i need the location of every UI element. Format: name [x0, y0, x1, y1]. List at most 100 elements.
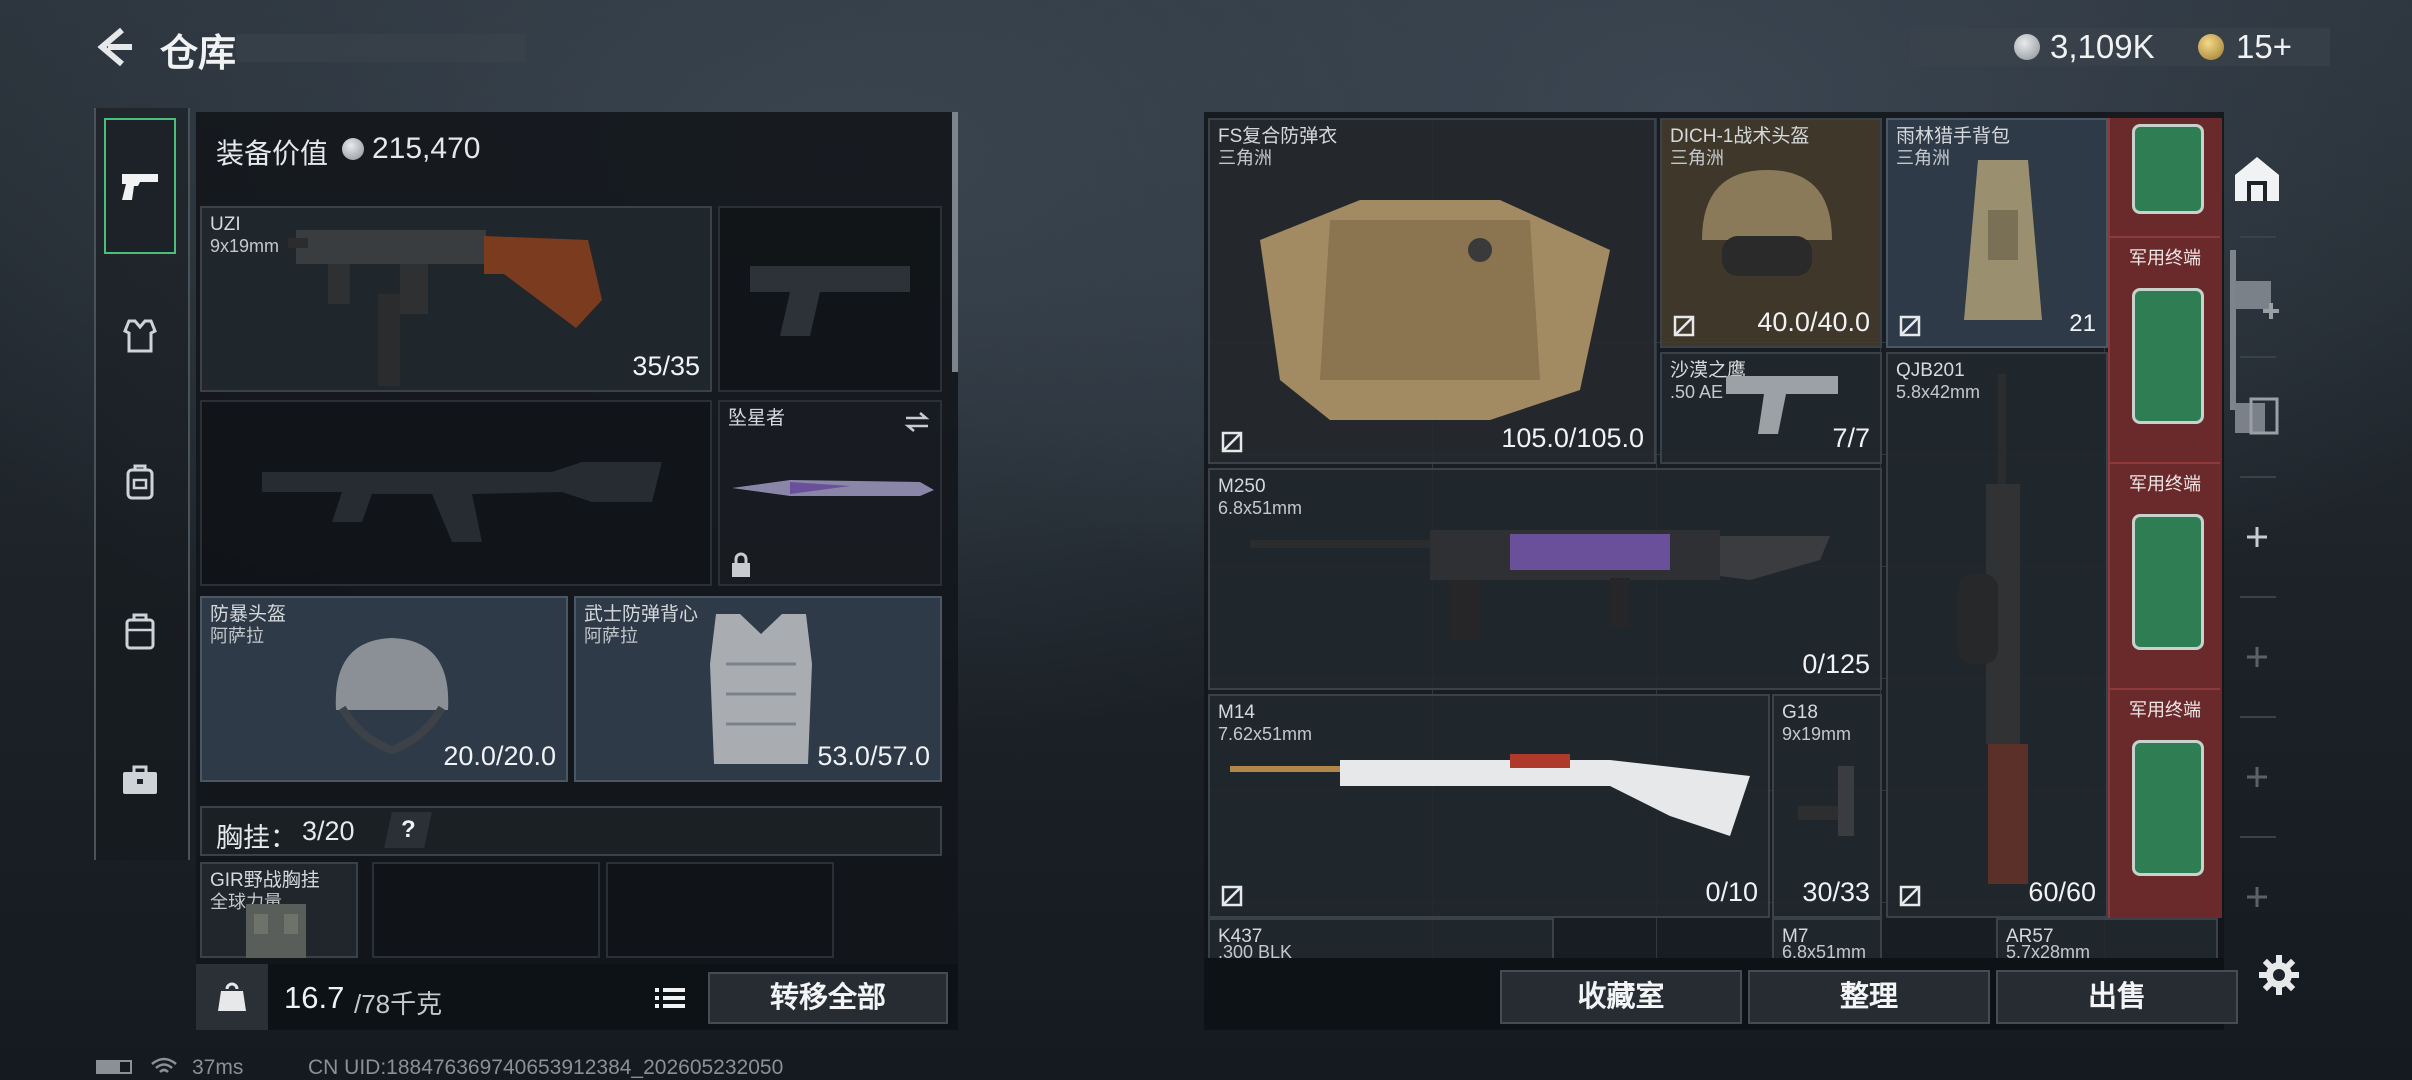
settings-button[interactable] [2254, 950, 2304, 1000]
desert-eagle-image [1726, 376, 1838, 434]
storage-expand-icon [2235, 397, 2279, 435]
tab-weapons[interactable] [104, 118, 176, 254]
riot-helmet-image [335, 638, 449, 755]
m14-image [1230, 754, 1750, 836]
item-name: M14 [1218, 702, 1255, 723]
tab-case[interactable] [104, 596, 176, 668]
transfer-all-button[interactable]: 转移全部 [708, 972, 948, 1024]
no-trade-icon [1221, 431, 1243, 453]
terminal-item[interactable]: 军用终端 [2110, 688, 2220, 912]
equipment-value-label: 装备价值 [216, 138, 329, 169]
tab-backpack[interactable] [104, 446, 176, 518]
secondary-primary-slot[interactable] [200, 400, 712, 586]
rail-add-slot[interactable] [2222, 502, 2292, 572]
chest-rig-image [246, 904, 306, 958]
tab-vest[interactable] [104, 300, 176, 372]
item-sub: 三角洲 [1896, 148, 1950, 168]
rail-add-slot[interactable] [2222, 622, 2292, 692]
weight-icon [218, 982, 246, 1011]
stash-item[interactable]: DICH-1战术头盔 三角洲 40.0/40.0 [1660, 118, 1882, 348]
terminal-image [2132, 740, 2204, 876]
chest-rig-count: 3/20 [302, 816, 355, 846]
swap-icon[interactable] [902, 410, 932, 434]
add-storage-icon [2235, 281, 2279, 319]
help-button[interactable]: ? [384, 812, 432, 848]
sell-button[interactable]: 出售 [1996, 970, 2238, 1024]
rail-add-storage[interactable] [2222, 262, 2292, 332]
terminal-item[interactable] [2110, 118, 2220, 230]
stash-item[interactable]: M14 7.62x51mm 0/10 [1208, 694, 1770, 918]
stash-item[interactable]: M7 6.8x51mm [1772, 918, 1882, 962]
stash-item[interactable]: G18 9x19mm 30/33 [1772, 694, 1882, 918]
primary-weapon-slot[interactable]: UZI 9x19mm 35/35 [200, 206, 712, 392]
wifi-icon [151, 1057, 177, 1073]
stash-item[interactable]: FS复合防弹衣 三角洲 105.0/105.0 [1208, 118, 1656, 464]
secondary-weapon-slot[interactable] [718, 206, 942, 392]
stash-item[interactable]: AR57 5.7x28mm [1996, 918, 2218, 962]
item-name: 雨林猎手背包 [1896, 126, 2011, 147]
uzi-image [288, 230, 602, 386]
rail-divider [2240, 596, 2276, 598]
currency-amount: 3,109K [2050, 28, 2155, 65]
stash-item[interactable]: M250 6.8x51mm 0/125 [1208, 468, 1882, 690]
premium-amount[interactable]: 15+ [2236, 28, 2292, 66]
knife-image [732, 480, 934, 496]
armor-slot[interactable]: 武士防弹背心 阿萨拉 53.0/57.0 [574, 596, 942, 782]
list-view-button[interactable] [650, 980, 690, 1016]
rail-add-slot[interactable] [2222, 862, 2292, 932]
toolbox-icon [123, 765, 157, 794]
item-name: DICH-1战术头盔 [1670, 126, 1810, 147]
item-map: 阿萨拉 [584, 626, 638, 646]
tactical-helmet-image [1702, 170, 1832, 276]
tab-toolbox[interactable] [104, 744, 176, 816]
weight-icon-box [196, 964, 268, 1030]
helmet-slot[interactable]: 防暴头盔 阿萨拉 20.0/20.0 [200, 596, 568, 782]
chest-rig-slot[interactable] [372, 862, 600, 958]
item-name: 坠星者 [728, 408, 786, 429]
case-icon [125, 613, 155, 650]
list-icon [655, 988, 685, 1008]
item-name: 军用终端 [2129, 248, 2201, 268]
stash-item[interactable]: K437 .300 BLK [1208, 918, 1554, 962]
no-trade-icon [1221, 885, 1243, 907]
item-ammo: 7/7 [1832, 423, 1870, 453]
rail-divider [2240, 356, 2276, 358]
terminal-item[interactable]: 军用终端 [2110, 236, 2220, 458]
melee-slot[interactable]: 坠星者 [718, 400, 942, 586]
panel-scrollbar[interactable] [952, 112, 958, 372]
premium-coin-icon [2198, 34, 2224, 60]
weight-max: /78千克 [354, 989, 443, 1019]
terminal-item[interactable]: 军用终端 [2110, 462, 2220, 684]
no-trade-icon [1673, 315, 1695, 337]
item-value: 105.0/105.0 [1501, 423, 1644, 453]
rifle-silhouette-icon [262, 462, 662, 542]
item-sub: 三角洲 [1218, 148, 1272, 168]
no-trade-icon [1899, 885, 1921, 907]
item-name: 武士防弹背心 [584, 604, 699, 625]
battery-icon [96, 1060, 132, 1074]
rail-storage-expand[interactable] [2222, 382, 2292, 452]
qjb201-image [1958, 374, 2028, 884]
stash-item[interactable]: QJB201 5.8x42mm 60/60 [1886, 352, 2108, 918]
item-name: 防暴头盔 [210, 604, 287, 625]
item-name: 军用终端 [2129, 474, 2201, 494]
item-ammo: 0/125 [1802, 649, 1870, 679]
stash-item[interactable]: 沙漠之鹰 .50 AE 7/7 [1660, 352, 1882, 464]
back-arrow-icon [97, 27, 132, 67]
chest-rig-item[interactable]: GIR野战胸挂 全球力量 [200, 862, 358, 958]
rail-add-slot[interactable] [2222, 742, 2292, 812]
back-button[interactable] [92, 24, 138, 70]
chest-rig-slot[interactable] [606, 862, 834, 958]
page-title: 仓库 [160, 33, 237, 75]
uid-text: CN UID:18847636974065391238​4_2026052320… [308, 1056, 784, 1079]
rail-divider [2240, 836, 2276, 838]
stash-item[interactable]: 雨林猎手背包 三角洲 21 [1886, 118, 2108, 348]
organize-button[interactable]: 整理 [1748, 970, 1990, 1024]
item-name: FS复合防弹衣 [1218, 126, 1338, 147]
item-ammo: 35/35 [632, 351, 700, 381]
item-sub: .50 AE [1670, 382, 1724, 402]
backpack-image [1964, 160, 2042, 320]
rail-divider [2240, 716, 2276, 718]
rail-warehouse[interactable] [2222, 144, 2292, 214]
collection-room-button[interactable]: 收藏室 [1500, 970, 1742, 1024]
